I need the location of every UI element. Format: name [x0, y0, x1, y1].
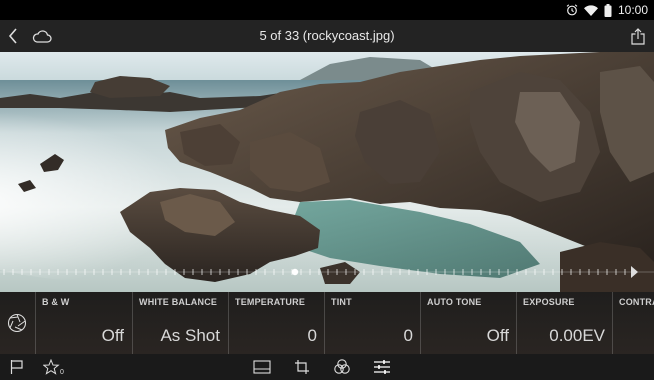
filmstrip-icon[interactable]	[251, 358, 273, 376]
aperture-icon[interactable]	[0, 292, 34, 354]
flag-icon[interactable]	[6, 358, 28, 376]
filmstrip-scrubber[interactable]	[0, 262, 654, 284]
adjust-sliders-icon[interactable]	[371, 358, 393, 376]
wifi-icon	[583, 4, 598, 16]
adj-white-balance-label: WHITE BALANCE	[139, 297, 218, 307]
battery-icon	[604, 3, 612, 17]
adj-exposure-label: EXPOSURE	[523, 297, 575, 307]
adj-temperature[interactable]: TEMPERATURE 0	[228, 292, 325, 354]
rocky-coast-photo	[0, 52, 654, 292]
adjustments-strip: B & W Off WHITE BALANCE As Shot TEMPERAT…	[0, 292, 654, 354]
alarm-icon	[566, 4, 578, 16]
adj-auto-tone[interactable]: AUTO TONE Off	[420, 292, 517, 354]
adj-bw[interactable]: B & W Off	[35, 292, 132, 354]
adj-bw-label: B & W	[42, 297, 70, 307]
status-time: 10:00	[617, 3, 648, 17]
scrubber-handle[interactable]	[291, 268, 299, 276]
adj-tint-value: 0	[403, 326, 413, 345]
adj-contrast[interactable]: CONTRAST	[612, 292, 654, 354]
adj-white-balance-value: As Shot	[160, 326, 220, 345]
star-rating-icon[interactable]: 0	[42, 358, 68, 376]
adj-temperature-value: 0	[307, 326, 317, 345]
status-icons: 10:00	[566, 3, 648, 17]
rating-count: 0	[60, 369, 64, 375]
page-title: 5 of 33 (rockycoast.jpg)	[259, 28, 395, 43]
adj-auto-tone-value: Off	[486, 326, 509, 345]
status-bar: 10:00	[0, 0, 654, 20]
adj-temperature-label: TEMPERATURE	[235, 297, 306, 307]
adj-auto-tone-label: AUTO TONE	[427, 297, 482, 307]
top-bar: 5 of 33 (rockycoast.jpg)	[0, 20, 654, 52]
adj-tint[interactable]: TINT 0	[324, 292, 421, 354]
scrubber-track	[0, 266, 654, 278]
photo-preview[interactable]	[0, 52, 654, 292]
adj-contrast-label: CONTRAST	[619, 297, 654, 307]
adj-exposure-value: 0.00EV	[549, 326, 605, 345]
crop-icon[interactable]	[291, 358, 313, 376]
presets-icon[interactable]	[331, 358, 353, 376]
bottom-toolbar: 0	[0, 354, 654, 380]
adj-exposure[interactable]: EXPOSURE 0.00EV	[516, 292, 613, 354]
adj-tint-label: TINT	[331, 297, 352, 307]
adj-bw-value: Off	[101, 326, 124, 345]
share-icon[interactable]	[628, 25, 648, 47]
next-arrow-icon[interactable]	[631, 266, 638, 278]
adj-white-balance[interactable]: WHITE BALANCE As Shot	[132, 292, 228, 354]
